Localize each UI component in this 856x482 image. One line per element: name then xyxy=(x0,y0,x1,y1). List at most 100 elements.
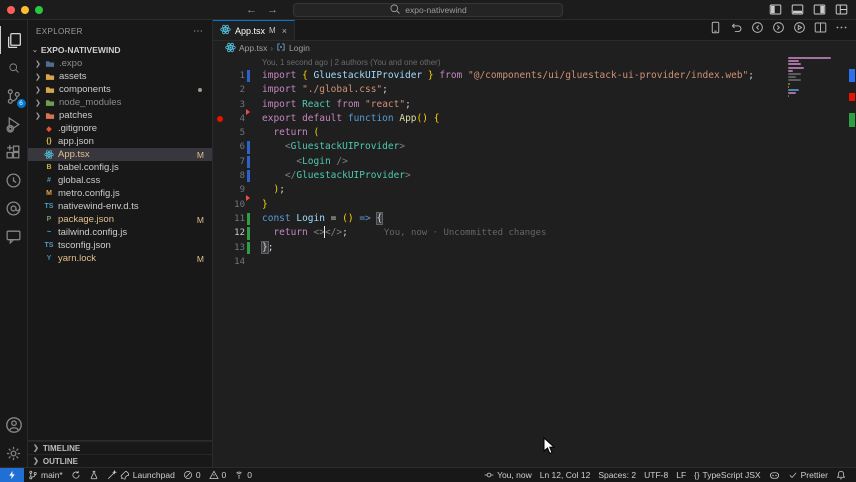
file-tree-item-patches[interactable]: ❯ patches xyxy=(28,109,212,122)
file-tree-item-tailwind-config-js[interactable]: ~ tailwind.config.js xyxy=(28,226,212,239)
glyph-margin[interactable] xyxy=(213,140,226,154)
minimap[interactable] xyxy=(788,57,832,102)
file-tree-item-nativewind-env-d-ts[interactable]: TS nativewind-env.d.ts xyxy=(28,200,212,213)
go-forward-icon[interactable] xyxy=(772,21,785,39)
glyph-margin[interactable] xyxy=(213,212,226,226)
glyph-margin[interactable] xyxy=(213,126,226,140)
glyph-margin[interactable] xyxy=(213,169,226,183)
history-forward-button[interactable]: → xyxy=(267,4,278,16)
status-launchpad[interactable]: Launchpad xyxy=(103,468,179,482)
minimize-window-button[interactable] xyxy=(21,5,29,14)
status-indentation[interactable]: Spaces: 2 xyxy=(594,468,640,482)
file-tree-item-babel-config-js[interactable]: Bbabel.config.js xyxy=(28,161,212,174)
code-line-8[interactable]: 8 </GluestackUIProvider> xyxy=(213,169,856,183)
code-line-12[interactable]: 12 return <></>; You, now · Uncommitted c… xyxy=(213,226,856,240)
command-center-text: expo-nativewind xyxy=(405,4,467,15)
code-line-2[interactable]: 2 import "./global.css"; xyxy=(213,83,856,97)
tab-close-icon[interactable]: × xyxy=(282,26,287,36)
file-tree-item-package-json[interactable]: Ppackage.json M xyxy=(28,213,212,226)
section-outline[interactable]: ❯ OUTLINE xyxy=(28,454,212,467)
toggle-secondary-sidebar-icon[interactable] xyxy=(813,3,826,16)
status-cursor-position[interactable]: Ln 12, Col 12 xyxy=(536,468,595,482)
file-tree-item-node-modules[interactable]: ❯ node_modules xyxy=(28,96,212,109)
status-problems-errors[interactable]: 0 xyxy=(179,468,205,482)
toggle-primary-sidebar-icon[interactable] xyxy=(769,3,782,16)
breadcrumb-file[interactable]: App.tsx xyxy=(239,43,267,53)
close-window-button[interactable] xyxy=(7,5,15,14)
extensions-icon[interactable] xyxy=(0,138,28,166)
more-actions-icon[interactable] xyxy=(835,21,848,39)
search-icon[interactable] xyxy=(0,54,28,82)
glyph-margin[interactable] xyxy=(213,98,226,112)
run-debug-icon[interactable] xyxy=(0,110,28,138)
explorer-icon[interactable] xyxy=(0,26,28,54)
split-editor-icon[interactable] xyxy=(814,21,827,39)
code-line-3[interactable]: 3 import React from "react"; xyxy=(213,98,856,112)
toggle-panel-icon[interactable] xyxy=(791,3,804,16)
code-line-14[interactable]: 14 xyxy=(213,255,856,269)
history-back-button[interactable]: ← xyxy=(246,4,257,16)
file-tree-item--expo[interactable]: ❯ .expo xyxy=(28,57,212,70)
status-notifications-bell[interactable] xyxy=(832,468,850,482)
file-tree-item-assets[interactable]: ❯ assets xyxy=(28,70,212,83)
status-remote-indicator[interactable] xyxy=(0,468,24,482)
glyph-margin[interactable] xyxy=(213,69,226,83)
code-line-9[interactable]: 9 ); xyxy=(213,183,856,201)
customize-layout-icon[interactable] xyxy=(835,3,848,16)
glyph-margin[interactable] xyxy=(213,83,226,97)
section-timeline[interactable]: ❯ TIMELINE xyxy=(28,441,212,454)
command-center-search[interactable]: expo-nativewind xyxy=(293,2,563,17)
status-ports[interactable]: 0 xyxy=(230,468,256,482)
accounts-icon[interactable] xyxy=(0,411,28,439)
code-line-10[interactable]: 10} xyxy=(213,198,856,212)
source-control-icon[interactable]: 6 xyxy=(0,82,28,110)
workspace-folder-header[interactable]: ⌄ EXPO-NATIVEWIND xyxy=(28,42,212,57)
run-on-device-icon[interactable] xyxy=(709,21,722,39)
glyph-margin[interactable] xyxy=(213,241,226,255)
code-line-4[interactable]: 4 export default function App() { xyxy=(213,108,856,126)
breadcrumb-symbol[interactable]: Login xyxy=(289,43,310,53)
glyph-margin[interactable] xyxy=(213,183,226,197)
copilot-chat-icon[interactable] xyxy=(0,194,28,222)
code-line-11[interactable]: 11 const Login = () => { xyxy=(213,211,856,226)
file-tree-item-tsconfig-json[interactable]: TS tsconfig.json xyxy=(28,239,212,252)
run-file-icon[interactable] xyxy=(793,21,806,39)
status-sync-changes[interactable] xyxy=(67,468,85,482)
code-line-6[interactable]: 6 <GluestackUIProvider> xyxy=(213,140,856,154)
settings-gear-icon[interactable] xyxy=(0,439,28,467)
file-tree-item-yarn-lock[interactable]: Yyarn.lock M xyxy=(28,252,212,265)
go-back-icon[interactable] xyxy=(751,21,764,39)
remote-explorer-icon[interactable] xyxy=(0,222,28,250)
file-tree-item-components[interactable]: ❯ components xyxy=(28,83,212,96)
glyph-margin[interactable] xyxy=(213,198,226,212)
status-eol[interactable]: LF xyxy=(672,468,690,482)
file-tree-item-metro-config-js[interactable]: Mmetro.config.js xyxy=(28,187,212,200)
codelens-blame[interactable]: You, 1 second ago | 2 authors (You and o… xyxy=(213,55,856,69)
status-gitlens-blame[interactable]: You, now xyxy=(480,468,536,482)
status-copilot-status[interactable] xyxy=(765,468,784,482)
file-tree-item--gitignore[interactable]: ◆ .gitignore xyxy=(28,122,212,135)
glyph-margin[interactable] xyxy=(213,155,226,169)
breakpoint-dot[interactable] xyxy=(213,112,226,126)
code-line-1[interactable]: 1 import { GluestackUIProvider } from "@/… xyxy=(213,69,856,83)
explorer-more-actions-icon[interactable]: ⋯ xyxy=(193,26,204,37)
file-tree-item-app-json[interactable]: {} app.json xyxy=(28,135,212,148)
status-problems-warnings[interactable]: 0 xyxy=(205,468,231,482)
code-editor[interactable]: You, 1 second ago | 2 authors (You and o… xyxy=(213,55,856,467)
status-expo-tools[interactable] xyxy=(85,468,103,482)
glyph-margin[interactable] xyxy=(213,226,226,240)
status-formatter-prettier[interactable]: Prettier xyxy=(784,468,832,482)
file-tree-item-global-css[interactable]: # global.css xyxy=(28,174,212,187)
discard-changes-icon[interactable] xyxy=(730,21,743,39)
file-tree-item-app-tsx[interactable]: App.tsx M xyxy=(28,148,212,161)
glyph-margin[interactable] xyxy=(213,255,226,269)
code-line-13[interactable]: 13}; xyxy=(213,240,856,255)
tab-app-tsx[interactable]: App.tsx M × xyxy=(213,20,295,40)
code-line-7[interactable]: 7 <Login /> xyxy=(213,155,856,169)
status-git-branch[interactable]: main* xyxy=(24,468,67,482)
code-line-5[interactable]: 5 return ( xyxy=(213,126,856,140)
status-language-mode[interactable]: {} TypeScript JSX xyxy=(690,468,764,482)
status-encoding[interactable]: UTF-8 xyxy=(640,468,672,482)
live-preview-icon[interactable] xyxy=(0,166,28,194)
zoom-window-button[interactable] xyxy=(35,5,43,14)
